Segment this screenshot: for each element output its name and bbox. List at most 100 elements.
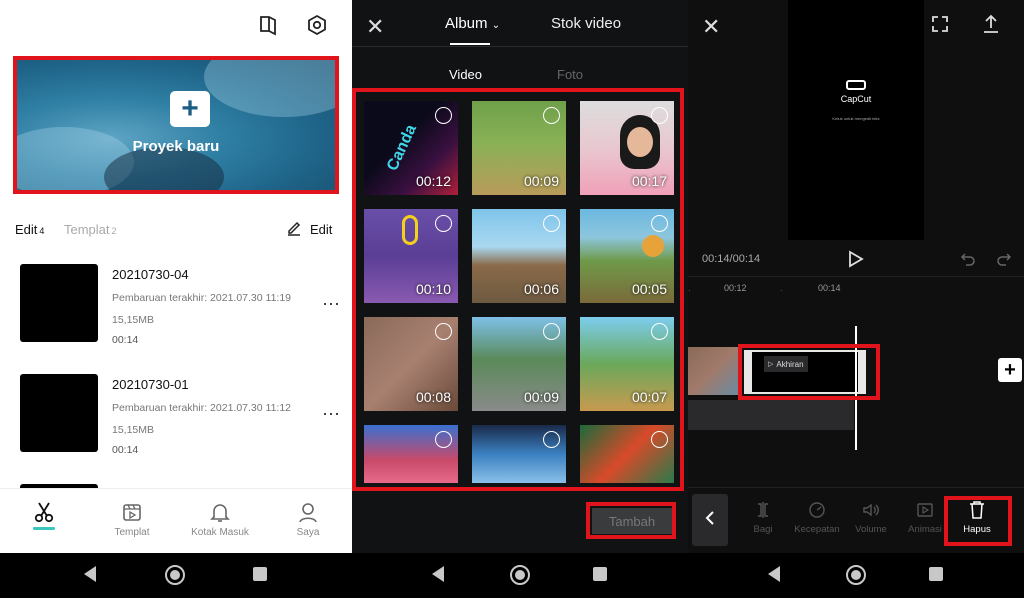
tab-template[interactable]: Templat 2 (64, 222, 117, 237)
video-preview[interactable]: CapCut Ketuk untuk mengedit teks (788, 0, 924, 240)
user-icon (264, 499, 352, 525)
project-thumbnail (20, 374, 98, 452)
pencil-icon (286, 220, 302, 239)
tab-profile-label: Saya (296, 527, 320, 538)
tab-edit[interactable]: Edit 4 (15, 222, 44, 237)
highlight-box (738, 344, 880, 400)
ruler-tick-label: 00:12 (724, 283, 747, 293)
tab-profile[interactable]: Saya (264, 499, 352, 538)
project-updated: Pembaruan terakhir: 2021.07.30 11:19 (112, 292, 292, 304)
nav-recents-icon[interactable] (929, 567, 943, 581)
play-icon[interactable] (848, 250, 864, 273)
tool-animation-label: Animasi (908, 524, 942, 535)
filter-photo[interactable]: Foto (557, 67, 583, 82)
timeline-ruler-dot: · (688, 286, 691, 295)
settings-gear-icon[interactable] (306, 14, 328, 41)
close-icon[interactable]: ✕ (366, 14, 384, 40)
tab-template-count: 2 (111, 226, 117, 236)
bottom-tab-bar: Templat Kotak Masuk Saya (0, 488, 352, 553)
tab-inbox[interactable]: Kotak Masuk (176, 499, 264, 538)
tab-stock-video[interactable]: Stok video (551, 15, 621, 32)
tutorial-book-icon[interactable] (258, 14, 278, 41)
tab-template-label: Templat (64, 222, 110, 237)
timeline-ruler-dot: · (780, 286, 783, 295)
tab-edit-count: 4 (39, 226, 45, 236)
edit-button[interactable]: Edit (286, 220, 332, 239)
timeline-divider (688, 276, 1024, 277)
scissors-icon (0, 499, 88, 525)
capcut-logo-icon (846, 80, 866, 90)
speed-gauge-icon (794, 500, 840, 520)
template-clapper-icon (88, 499, 176, 525)
redo-icon[interactable] (996, 251, 1012, 272)
timecode: 00:14/00:14 (702, 253, 761, 265)
tool-animation[interactable]: Animasi (902, 500, 948, 535)
android-nav-bar (0, 553, 352, 598)
tab-edit-scissors[interactable] (0, 499, 88, 530)
tool-speed-label: Kecepatan (794, 524, 840, 535)
tab-templat-label: Templat (114, 527, 150, 538)
highlight-box (586, 502, 676, 539)
more-options-icon[interactable]: ⋯ (322, 404, 341, 425)
tool-volume-label: Volume (855, 524, 887, 535)
project-name: 20210730-04 (112, 267, 189, 282)
more-options-icon[interactable]: ⋯ (322, 294, 341, 315)
chevron-left-icon (705, 510, 715, 531)
tab-active-indicator (450, 43, 490, 45)
animation-icon (902, 500, 948, 520)
project-size: 15,15MB (112, 424, 155, 436)
tool-split[interactable]: Bagi (740, 500, 786, 535)
project-list-panel: + Proyek baru Edit 4 Templat 2 Edit 202107… (0, 0, 352, 553)
tool-split-label: Bagi (753, 524, 773, 535)
tab-inbox-label: Kotak Masuk (191, 527, 249, 538)
project-size: 15,15MB (112, 314, 155, 326)
toolbar-divider (688, 487, 1024, 488)
close-icon[interactable]: ✕ (702, 14, 720, 40)
nav-home-icon[interactable] (510, 565, 530, 585)
list-item[interactable]: 20210730-01 Pembaruan terakhir: 2021.07.… (20, 374, 350, 456)
nav-back-icon[interactable] (84, 566, 96, 582)
tab-album[interactable]: Album ⌄ (445, 15, 500, 32)
plus-icon: + (1004, 358, 1016, 381)
bell-icon (176, 499, 264, 525)
list-item[interactable]: 20210730-04 Pembaruan terakhir: 2021.07.… (20, 264, 350, 346)
tool-volume[interactable]: Volume (848, 500, 894, 535)
chevron-down-icon: ⌄ (491, 20, 501, 31)
tool-speed[interactable]: Kecepatan (794, 500, 840, 535)
project-updated: Pembaruan terakhir: 2021.07.30 11:12 (112, 402, 292, 414)
highlight-box (352, 88, 684, 491)
android-nav-bar (352, 553, 688, 598)
media-picker-panel: ✕ Album ⌄ Stok video Video Foto Canda 00… (352, 0, 688, 553)
nav-recents-icon[interactable] (593, 567, 607, 581)
nav-back-icon[interactable] (432, 566, 444, 582)
tab-album-label: Album (445, 15, 488, 32)
project-thumbnail (20, 264, 98, 342)
project-duration: 00:14 (112, 444, 139, 456)
nav-recents-icon[interactable] (253, 567, 267, 581)
ruler-tick-label: 00:14 (818, 283, 841, 293)
nav-home-icon[interactable] (846, 565, 866, 585)
editor-panel: ✕ CapCut Ketuk untuk mengedit teks 00:14… (688, 0, 1024, 553)
export-upload-icon[interactable] (982, 14, 1000, 39)
tab-edit-label: Edit (15, 222, 38, 237)
volume-icon (848, 500, 894, 520)
nav-back-icon[interactable] (768, 566, 780, 582)
undo-icon[interactable] (960, 251, 976, 272)
filter-video[interactable]: Video (449, 67, 482, 82)
add-clip-button[interactable]: + (998, 358, 1022, 382)
highlight-box (13, 56, 339, 194)
tab-active-indicator (33, 527, 55, 530)
audio-track-area (688, 400, 854, 430)
nav-home-icon[interactable] (165, 565, 185, 585)
preview-brand: CapCut (840, 94, 872, 104)
header-divider (352, 46, 688, 47)
project-duration: 00:14 (112, 334, 139, 346)
fullscreen-icon[interactable] (931, 15, 949, 38)
tab-templat[interactable]: Templat (88, 499, 176, 538)
preview-subtitle: Ketuk untuk mengedit teks (832, 116, 880, 121)
video-clip-thumbnail[interactable] (688, 347, 738, 395)
project-name: 20210730-01 (112, 377, 189, 392)
back-button[interactable] (692, 494, 728, 546)
split-icon (740, 500, 786, 520)
android-nav-bar (688, 553, 1024, 598)
